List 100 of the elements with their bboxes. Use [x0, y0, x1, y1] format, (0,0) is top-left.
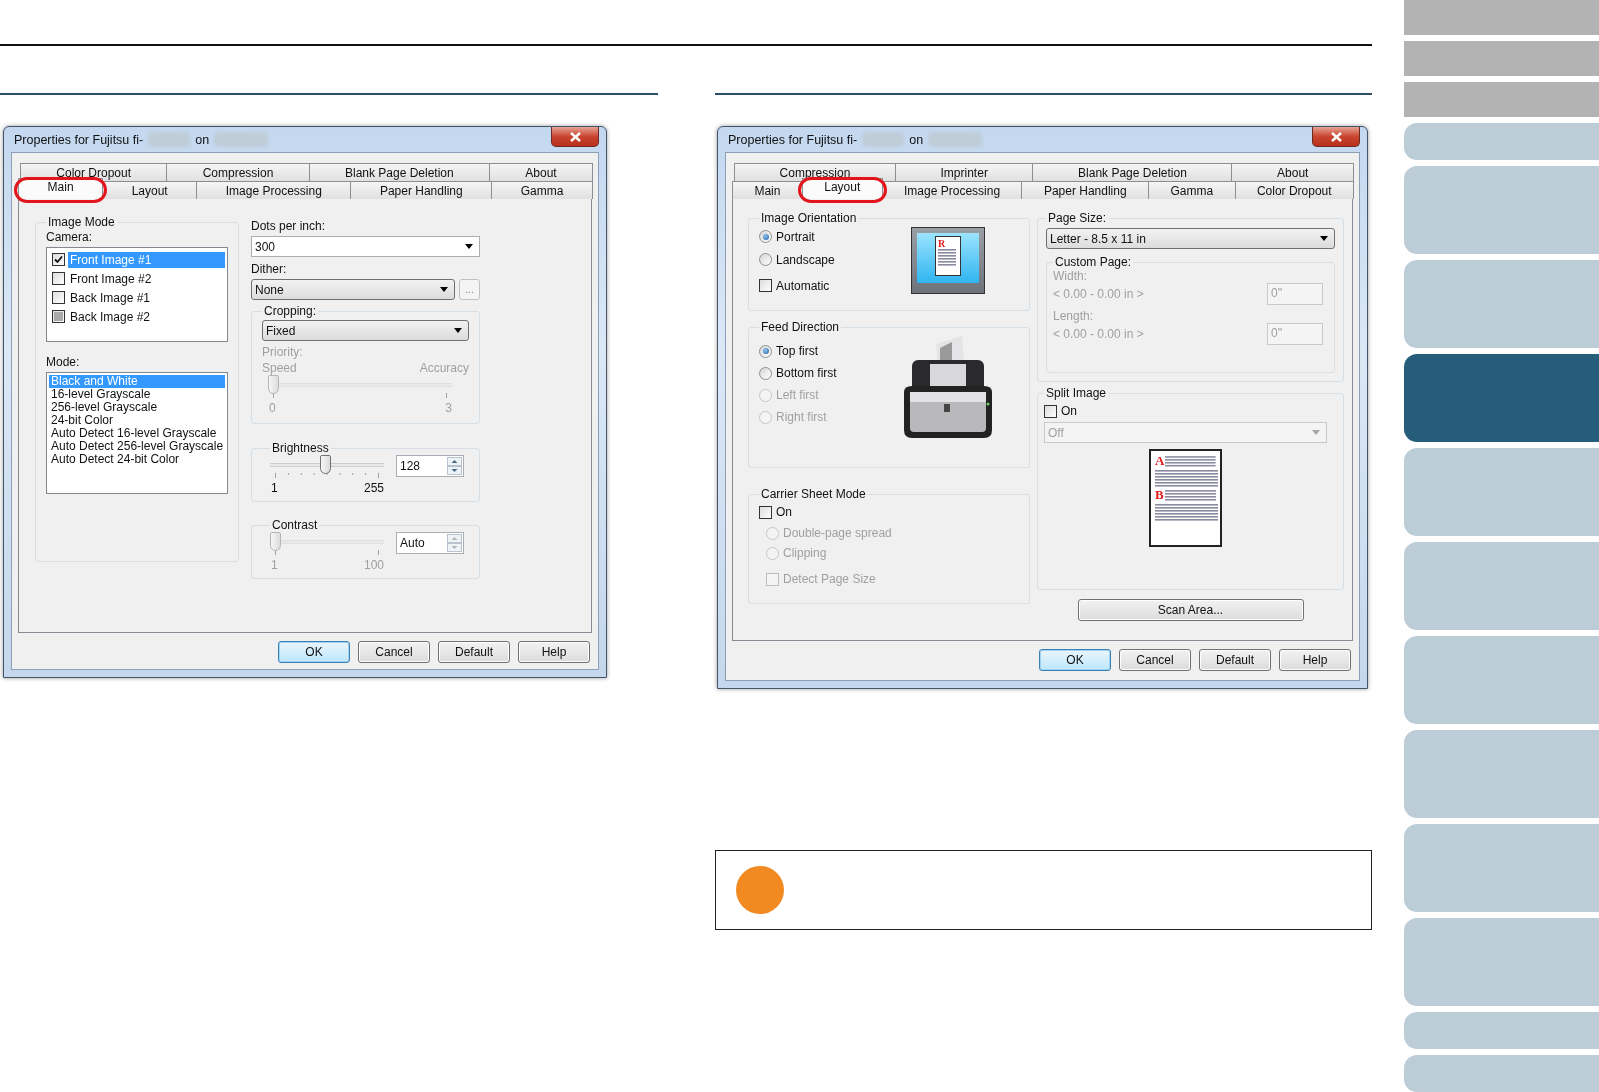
- sidebar-tab[interactable]: [1404, 82, 1599, 117]
- sidebar-tab[interactable]: [1404, 1012, 1599, 1049]
- slider-min: 1: [271, 481, 278, 495]
- tab[interactable]: Main: [732, 181, 803, 199]
- sidebar-tab[interactable]: [1404, 0, 1599, 35]
- sidebar-tab[interactable]: [1404, 542, 1599, 630]
- tab[interactable]: Paper Handling: [350, 181, 493, 199]
- dialog-button[interactable]: Default: [438, 641, 510, 663]
- scan-area-button[interactable]: Scan Area...: [1077, 599, 1304, 621]
- dialog-button[interactable]: Default: [1199, 649, 1271, 671]
- checkbox[interactable]: [52, 272, 65, 285]
- dropdown[interactable]: None: [251, 279, 455, 300]
- tab[interactable]: Gamma: [491, 181, 593, 199]
- option-label: Top first: [776, 344, 818, 358]
- sidebar-tab[interactable]: [1404, 730, 1599, 818]
- tab[interactable]: Layout: [102, 181, 198, 199]
- window-title: on: [195, 132, 210, 147]
- field-label: Camera:: [46, 230, 93, 244]
- caret-icon: [454, 328, 462, 333]
- tab[interactable]: Compression: [734, 163, 896, 181]
- group-label: Cropping:: [263, 304, 318, 318]
- slider-max: 100: [363, 558, 384, 572]
- radio-button[interactable]: [759, 344, 772, 358]
- range-hint: < 0.00 - 0.00 in >: [1053, 287, 1144, 301]
- dialog-button[interactable]: Cancel: [358, 641, 430, 663]
- tab[interactable]: About: [1231, 163, 1355, 181]
- checkbox-label: On: [1061, 404, 1077, 418]
- radio-button[interactable]: [759, 230, 772, 243]
- list-item[interactable]: Back Image #2: [68, 308, 225, 325]
- dialog-button[interactable]: OK: [1039, 649, 1111, 671]
- close-button[interactable]: [1312, 127, 1360, 147]
- dialog-button[interactable]: Help: [1279, 649, 1351, 671]
- field-label: Length:: [1053, 309, 1095, 323]
- dialog-button[interactable]: Help: [518, 641, 590, 663]
- range-hint: < 0.00 - 0.00 in >: [1053, 327, 1144, 341]
- section-letter: B: [1155, 490, 1164, 500]
- checkbox-label: Automatic: [776, 278, 830, 293]
- dropdown[interactable]: 300: [251, 236, 480, 257]
- sidebar-tab[interactable]: [1404, 918, 1599, 1006]
- tab[interactable]: Blank Page Deletion: [308, 163, 491, 181]
- option-label: Right first: [776, 410, 827, 424]
- tab[interactable]: Paper Handling: [1021, 181, 1149, 199]
- sidebar-tab[interactable]: [1404, 1055, 1599, 1092]
- spin-arrows-icon: [447, 457, 462, 475]
- sidebar-tab[interactable]: [1404, 123, 1599, 160]
- slider-max: 255: [363, 481, 384, 495]
- sidebar-tab[interactable]: [1404, 166, 1599, 254]
- caret-icon: [440, 287, 448, 292]
- sidebar-tab[interactable]: [1404, 636, 1599, 724]
- dialog-button[interactable]: Cancel: [1119, 649, 1191, 671]
- sidebar-tab[interactable]: [1404, 354, 1599, 442]
- option-label: Landscape: [776, 252, 835, 267]
- sidebar-tab[interactable]: [1404, 41, 1599, 76]
- close-icon: [569, 131, 581, 142]
- list-item[interactable]: 16-level Grayscale: [49, 388, 225, 401]
- section-letter: A: [1155, 456, 1165, 466]
- group-label: Image Orientation: [760, 211, 858, 225]
- list-item[interactable]: Auto Detect 256-level Grayscale: [49, 440, 225, 453]
- checkbox[interactable]: [52, 253, 65, 266]
- list-item[interactable]: Auto Detect 16-level Grayscale: [49, 427, 225, 440]
- tab[interactable]: About: [489, 163, 593, 181]
- checkbox[interactable]: [52, 291, 65, 304]
- checkbox[interactable]: [759, 279, 772, 292]
- tab[interactable]: Gamma: [1148, 181, 1236, 199]
- caret-icon: [1320, 236, 1328, 241]
- group-label: Feed Direction: [760, 320, 841, 334]
- group-label: Page Size:: [1047, 211, 1108, 225]
- text-lines-icon: [1155, 470, 1218, 488]
- option-label: Left first: [776, 388, 819, 402]
- tab[interactable]: Blank Page Deletion: [1032, 163, 1233, 181]
- list-item[interactable]: Auto Detect 24-bit Color: [49, 453, 225, 466]
- list-item[interactable]: 24-bit Color: [49, 414, 225, 427]
- tab[interactable]: Image Processing: [196, 181, 352, 199]
- radio-button[interactable]: [759, 366, 772, 380]
- checkbox[interactable]: [759, 505, 772, 519]
- list-item[interactable]: Front Image #2: [68, 270, 225, 287]
- sidebar-tab[interactable]: [1404, 260, 1599, 348]
- tab[interactable]: Compression: [166, 163, 310, 181]
- tab[interactable]: Color Dropout: [1234, 181, 1354, 199]
- group-label: Brightness: [271, 441, 330, 455]
- text-lines-icon: [938, 249, 956, 267]
- text-lines-icon: [1165, 456, 1216, 468]
- dialog-button[interactable]: OK: [278, 641, 350, 663]
- close-button[interactable]: [551, 127, 599, 147]
- sidebar-tab[interactable]: [1404, 448, 1599, 536]
- list-item[interactable]: Back Image #1: [68, 289, 225, 306]
- sidebar-tab[interactable]: [1404, 824, 1599, 912]
- text-lines-icon: [1164, 490, 1216, 502]
- number-field[interactable]: 128: [396, 455, 464, 477]
- slider-min: 1: [271, 558, 278, 572]
- dropdown[interactable]: Letter - 8.5 x 11 in: [1046, 228, 1335, 249]
- list-item[interactable]: 256-level Grayscale: [49, 401, 225, 414]
- tab[interactable]: Imprinter: [894, 163, 1034, 181]
- field-label: Dither:: [251, 262, 288, 276]
- caret-icon: [465, 244, 473, 249]
- radio-button[interactable]: [759, 253, 772, 266]
- text-lines-icon: [1155, 504, 1218, 522]
- field-label: Dots per inch:: [251, 219, 327, 233]
- window-title: on: [909, 132, 924, 147]
- slider-thumb[interactable]: [320, 455, 332, 474]
